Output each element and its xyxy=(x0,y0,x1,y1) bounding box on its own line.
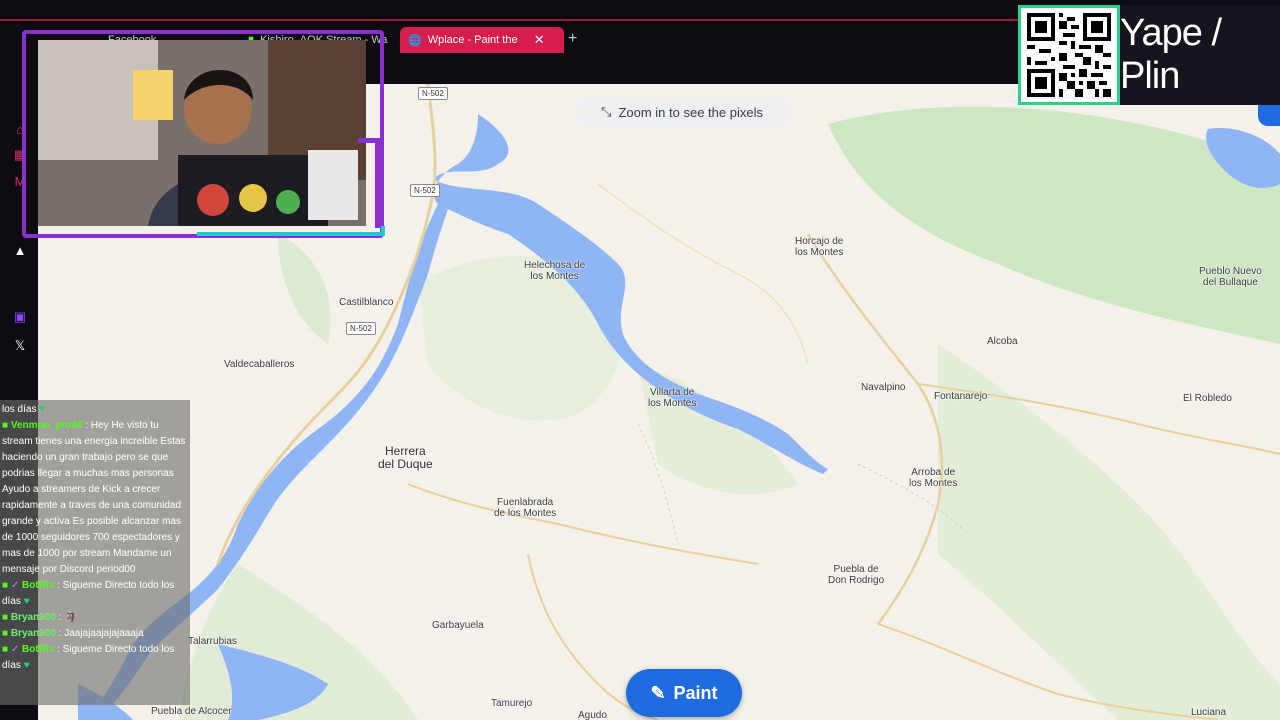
place-talarrubias[interactable]: Talarrubias xyxy=(188,636,237,647)
place-villarta[interactable]: Villarta de los Montes xyxy=(648,387,696,409)
road-sign-n502: N-502 xyxy=(410,184,440,197)
heart-icon: ♥ xyxy=(23,660,30,671)
stream-screen: Facebook ▮ Kishiro_AOK Stream - Wa 🌐 Wpl… xyxy=(0,0,1280,720)
emote-icon: 🗿 xyxy=(64,612,77,623)
paint-button[interactable]: ✎ Paint xyxy=(626,669,742,717)
brush-icon: ✎ xyxy=(650,682,666,703)
chat-username[interactable]: Venmon_pro45 xyxy=(11,420,83,431)
donation-qr-code xyxy=(1018,5,1120,105)
place-castilblanco[interactable]: Castilblanco xyxy=(339,297,393,308)
webcam-frame-accent xyxy=(197,226,385,236)
chat-message: ■ Venmon_pro45 : Hey He visto tu stream … xyxy=(2,418,188,578)
road-sign-n502: N-502 xyxy=(346,322,376,335)
chat-text: : Jaajajaajajajaaaja xyxy=(58,628,144,639)
chat-username[interactable]: BotRix xyxy=(22,580,54,591)
chat-username[interactable]: BotRix xyxy=(22,644,54,655)
x-icon[interactable]: 𝕏 xyxy=(11,337,29,355)
heart-icon: ♥ xyxy=(39,404,46,415)
webcam-frame-accent-2 xyxy=(358,138,380,228)
chat-message: ■ ✓ BotRix : Sigueme Directo todo los dí… xyxy=(2,642,188,674)
paint-button-label: Paint xyxy=(673,682,718,703)
tabbar-accent-line xyxy=(0,19,1020,21)
zoom-hint-text: Zoom in to see the pixels xyxy=(618,104,763,120)
bot-badge-icon: ✓ xyxy=(10,644,20,655)
chat-message: los días ♥ xyxy=(2,404,46,415)
place-alcoba[interactable]: Alcoba xyxy=(987,336,1018,347)
chat-overlay: los días ♥ ■ Venmon_pro45 : Hey He visto… xyxy=(0,400,190,705)
globe-icon: 🌐 xyxy=(408,34,422,47)
place-tamurejo[interactable]: Tamurejo xyxy=(491,698,532,709)
new-tab-button[interactable]: + xyxy=(568,30,577,48)
place-fontanarejo[interactable]: Fontanarejo xyxy=(934,391,987,402)
sidebar-footer xyxy=(0,705,38,720)
place-el-robledo[interactable]: El Robledo xyxy=(1183,393,1232,404)
place-helechosa[interactable]: Helechosa de los Montes xyxy=(524,260,585,282)
place-navalpino[interactable]: Navalpino xyxy=(861,382,905,393)
bot-badge-icon: ✓ xyxy=(10,580,20,591)
zoom-hint-pill: ⤡ Zoom in to see the pixels xyxy=(573,95,791,129)
chat-text: : Hey He visto tu stream tienes una ener… xyxy=(2,420,186,575)
twitch-icon[interactable]: ▣ xyxy=(11,308,29,326)
place-pueblo-nuevo[interactable]: Pueblo Nuevo del Bullaque xyxy=(1199,266,1262,288)
tab-wplace[interactable]: 🌐 Wplace - Paint the wo ✕ xyxy=(400,27,564,53)
place-luciana[interactable]: Luciana xyxy=(1191,707,1226,718)
place-fuenlabrada[interactable]: Fuenlabrada de los Montes xyxy=(494,497,556,519)
place-garbayuela[interactable]: Garbayuela xyxy=(432,620,484,631)
road-sign-n502: N-502 xyxy=(418,87,448,100)
chat-text: : xyxy=(58,612,62,623)
kick-badge-icon: ■ xyxy=(2,628,9,639)
chat-message: ■ ✓ BotRix : Sigueme Directo todo los dí… xyxy=(2,578,188,610)
place-puebla-alcocer[interactable]: Puebla de Alcocer xyxy=(151,706,232,717)
streamer-image xyxy=(38,40,366,226)
chat-message: ■ Bryan900 : 🗿 xyxy=(2,610,188,626)
place-agudo[interactable]: Agudo xyxy=(578,710,607,720)
place-valdecaballeros[interactable]: Valdecaballeros xyxy=(224,359,294,370)
webcam-overlay xyxy=(22,30,385,238)
chat-username[interactable]: Bryan900 xyxy=(11,628,56,639)
yape-plin-label: Yape / Plin xyxy=(1120,5,1280,105)
close-tab-icon[interactable]: ✕ xyxy=(534,32,545,48)
qr-code-icon xyxy=(1027,13,1111,97)
place-puebla-don-rodrigo[interactable]: Puebla de Don Rodrigo xyxy=(828,564,884,586)
kick-badge-icon: ■ xyxy=(2,580,9,591)
place-horcajo[interactable]: Horcajo de los Montes xyxy=(795,236,843,258)
kick-badge-icon: ■ xyxy=(2,612,9,623)
webcam-video xyxy=(38,40,366,226)
kick-badge-icon: ■ xyxy=(2,420,9,431)
tab-label: Wplace - Paint the wo xyxy=(427,34,520,46)
zoom-icon: ⤡ xyxy=(601,104,612,119)
heart-icon: ♥ xyxy=(23,596,30,607)
app-icon[interactable]: ▲ xyxy=(11,241,29,259)
place-herrera[interactable]: Herrera del Duque xyxy=(378,445,433,471)
chat-username[interactable]: Bryan900 xyxy=(11,612,56,623)
kick-badge-icon: ■ xyxy=(2,644,9,655)
chat-message: ■ Bryan900 : Jaajajaajajajaaaja xyxy=(2,626,188,642)
place-arroba[interactable]: Arroba de los Montes xyxy=(909,467,957,489)
